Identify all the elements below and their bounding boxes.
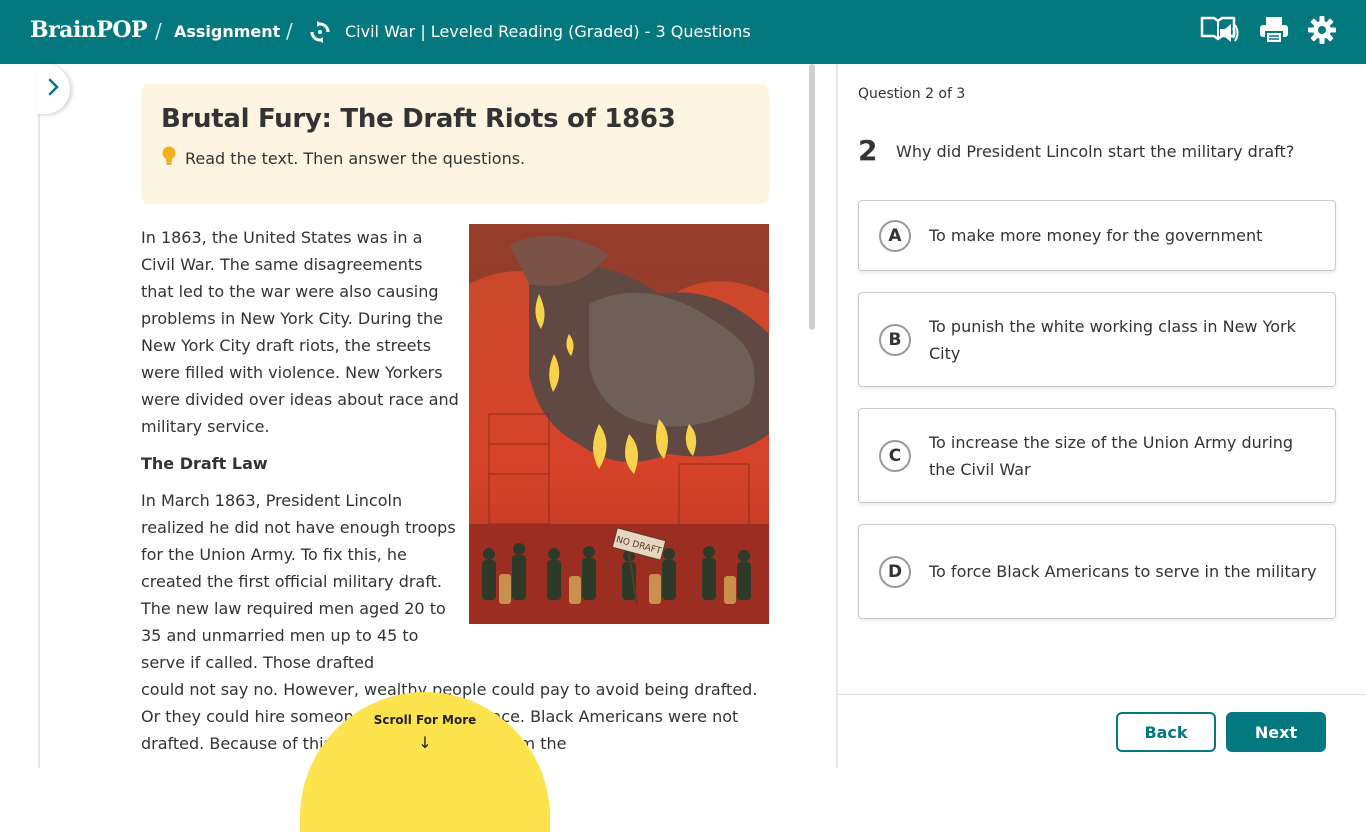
lightbulb-icon [161, 146, 177, 170]
option-letter: D [879, 555, 911, 588]
option-text: To increase the size of the Union Army d… [929, 432, 1294, 479]
assignment-refresh-icon [308, 20, 332, 44]
left-panel-border [38, 64, 40, 768]
breadcrumb-assignment-link[interactable]: Assignment [174, 22, 280, 41]
option-letter: A [879, 219, 911, 252]
question-text: Why did President Lincoln start the mili… [896, 142, 1295, 161]
option-text: To punish the white working class in New… [929, 316, 1296, 363]
answer-option-b[interactable]: B To punish the white working class in N… [858, 292, 1336, 387]
settings-gear-icon [1307, 15, 1337, 49]
option-text: To make more money for the government [929, 226, 1263, 245]
article-body: In 1863, the United States was in a Civi… [141, 224, 771, 757]
arrow-down-icon: ↓ [418, 733, 432, 752]
article-paragraph: In 1863, the United States was in a Civi… [141, 228, 459, 436]
scroll-for-more-button[interactable]: Scroll For More ↓ [300, 692, 550, 832]
print-icon [1258, 15, 1290, 49]
chevron-right-icon [47, 78, 59, 100]
next-button[interactable]: Next [1226, 712, 1326, 752]
expand-sidebar-button[interactable] [36, 64, 70, 114]
question-counter: Question 2 of 3 [858, 86, 966, 102]
instruction-text: Read the text. Then answer the questions… [185, 148, 526, 168]
answer-option-d[interactable]: D To force Black Americans to serve in t… [858, 524, 1336, 619]
reading-scrollbar[interactable] [809, 64, 815, 330]
read-aloud-icon [1200, 14, 1240, 50]
brainpop-logo[interactable]: BrainPOP [30, 17, 148, 43]
top-bar: BrainPOP / Assignment / Civil War | Leve… [0, 0, 1366, 64]
assignment-title: Civil War | Leveled Reading (Graded) - 3… [345, 22, 751, 41]
footer-divider [838, 694, 1366, 695]
breadcrumb-separator: / [155, 19, 162, 43]
print-button[interactable] [1254, 14, 1294, 50]
back-button[interactable]: Back [1116, 712, 1216, 752]
option-letter: C [879, 439, 911, 472]
section-heading: The Draft Law [141, 454, 268, 473]
reading-header: Brutal Fury: The Draft Riots of 1863 Rea… [141, 84, 769, 204]
settings-button[interactable] [1302, 14, 1342, 50]
article-paragraph-part: In March 1863, President Lincoln realize… [141, 491, 456, 672]
option-text: To force Black Americans to serve in the… [929, 562, 1317, 581]
read-aloud-button[interactable] [1200, 14, 1240, 50]
question-number: 2 [858, 134, 878, 167]
scroll-for-more-label: Scroll For More [373, 713, 477, 727]
answer-option-c[interactable]: C To increase the size of the Union Army… [858, 408, 1336, 503]
option-letter: B [879, 323, 911, 356]
panel-divider [836, 64, 838, 768]
answer-option-a[interactable]: A To make more money for the government [858, 200, 1336, 271]
instruction-row: Read the text. Then answer the questions… [161, 146, 749, 170]
breadcrumb-separator: / [286, 19, 293, 43]
article-title: Brutal Fury: The Draft Riots of 1863 [161, 104, 676, 134]
title-card: Brutal Fury: The Draft Riots of 1863 Rea… [141, 84, 769, 204]
